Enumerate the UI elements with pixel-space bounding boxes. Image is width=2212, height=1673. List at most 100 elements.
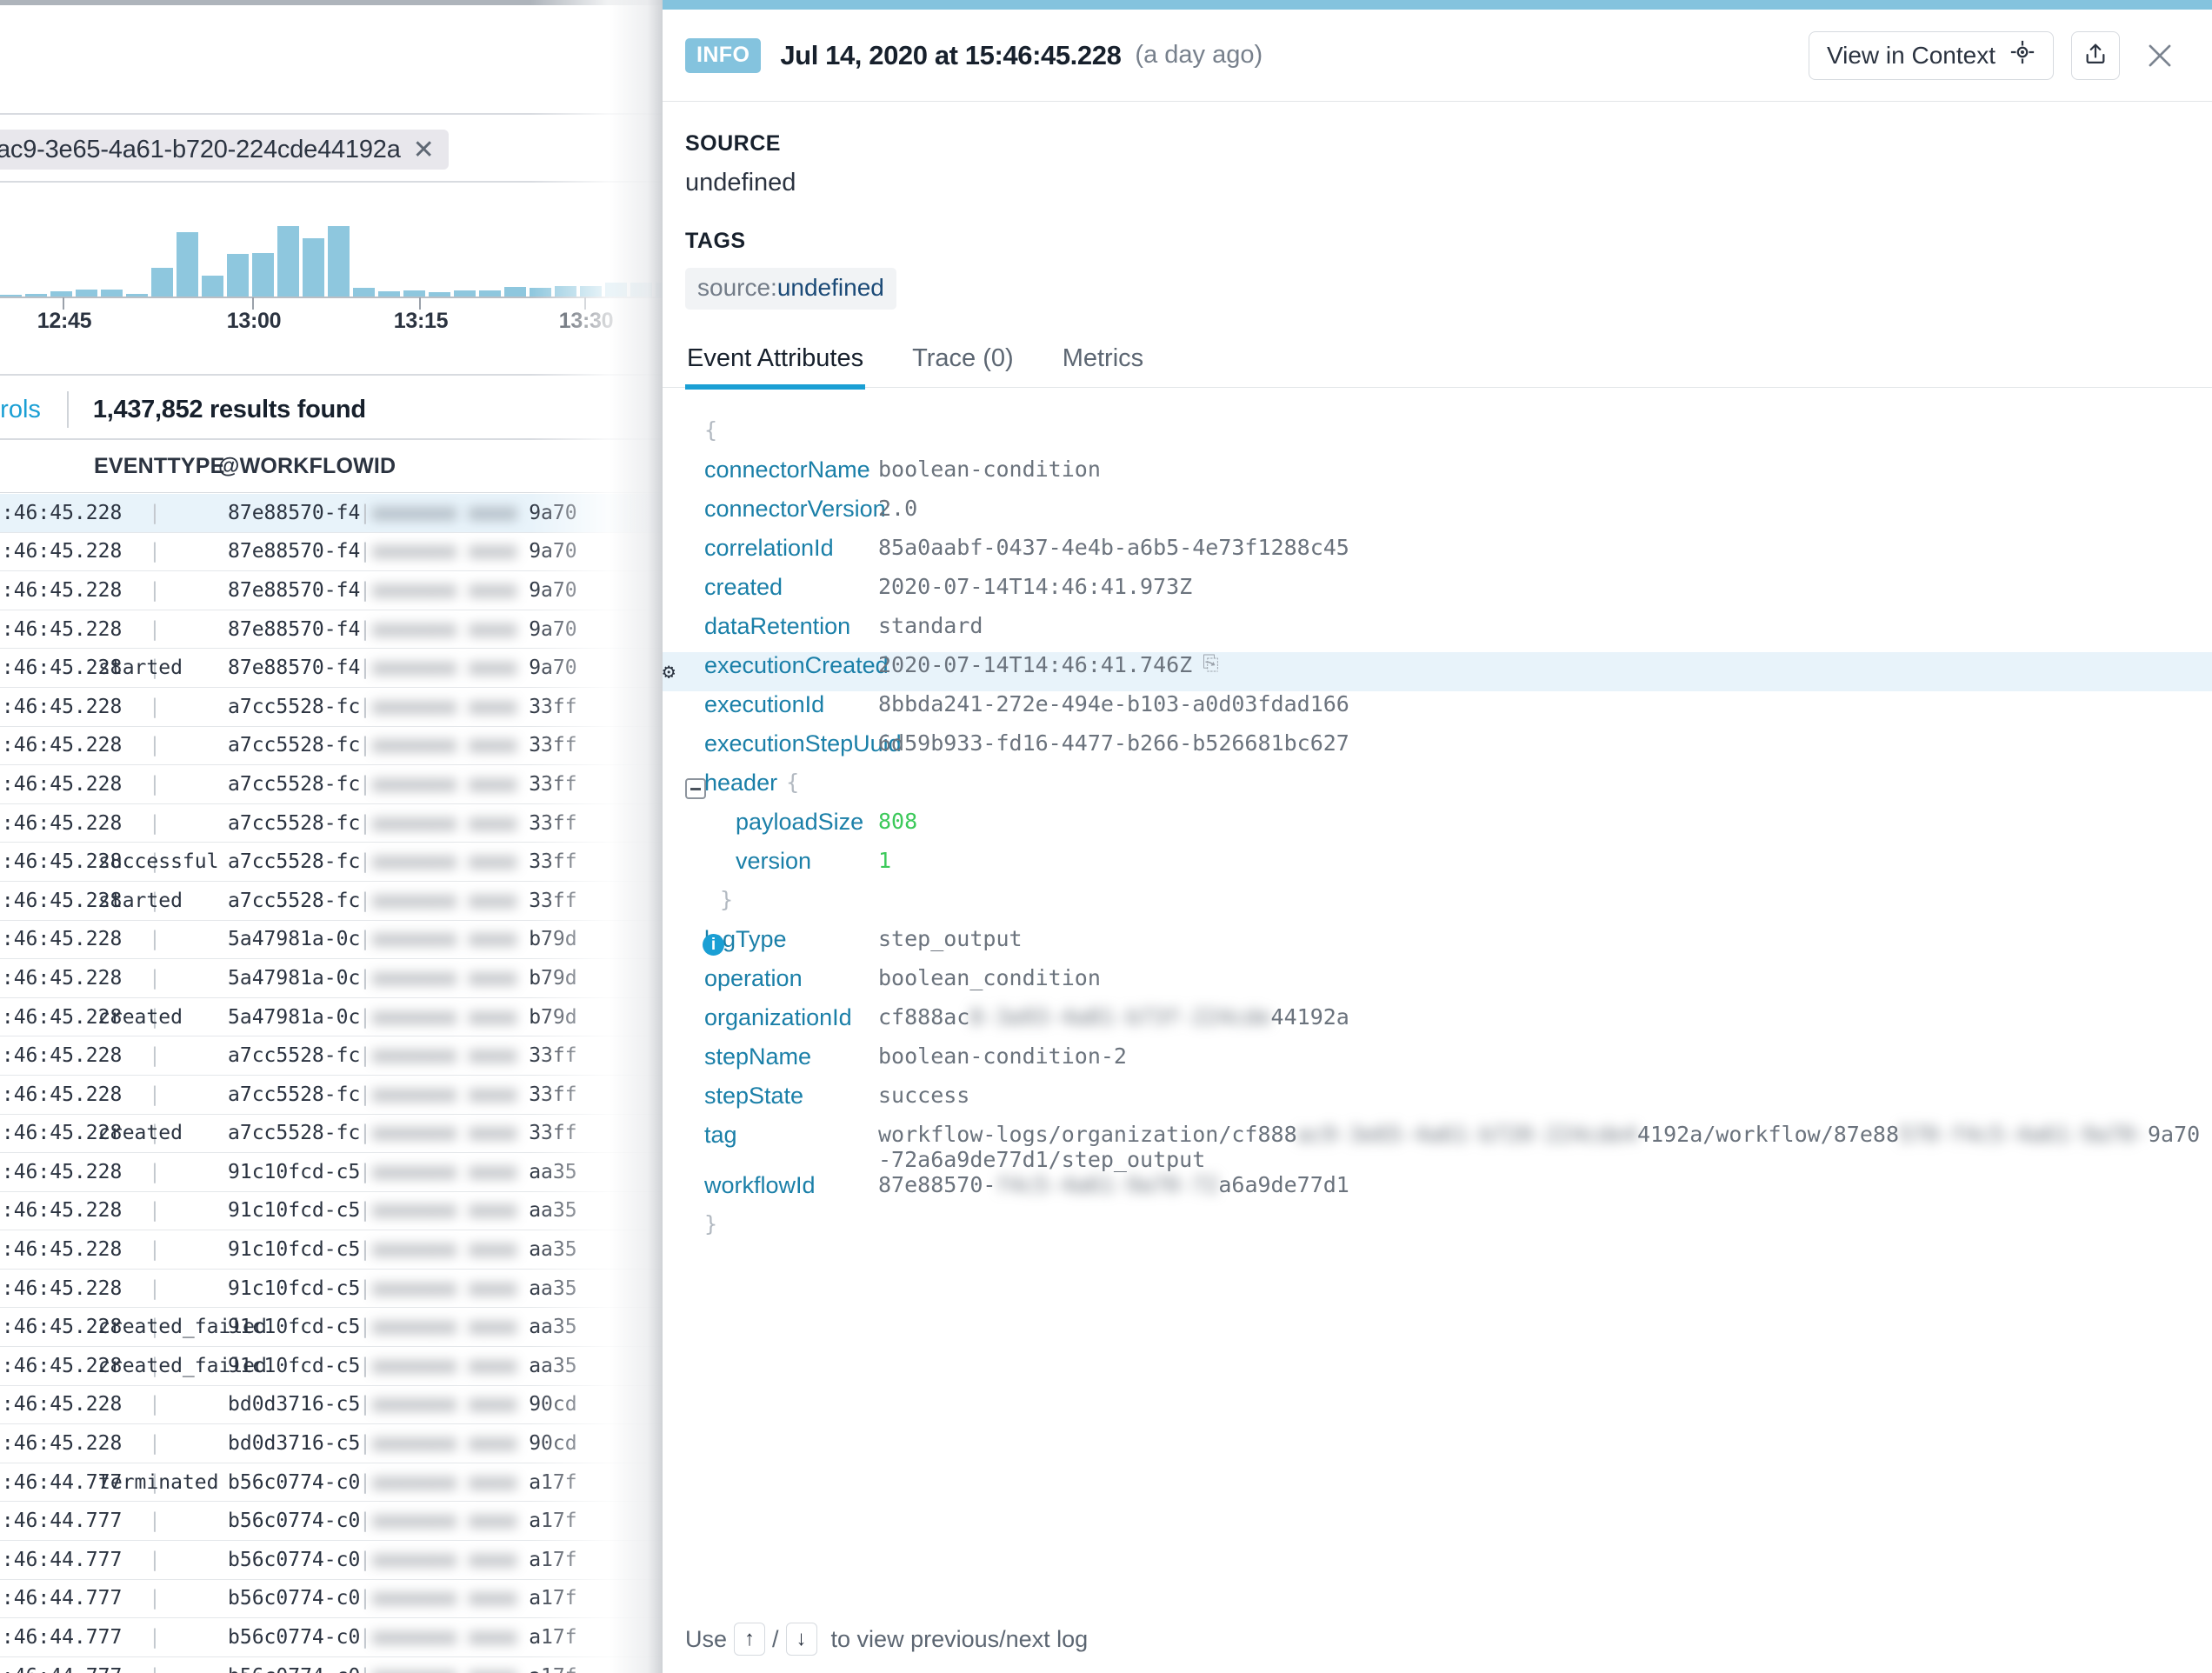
attribute-key[interactable]: executionId — [704, 691, 878, 718]
attribute-key[interactable]: stepState — [704, 1083, 878, 1110]
log-histogram[interactable]: 12:4513:0013:1513:30 — [0, 216, 670, 329]
tab-event-attributes[interactable]: Event Attributes — [685, 344, 865, 387]
attribute-row[interactable]: created2020-07-14T14:46:41.973Z — [685, 574, 2212, 613]
attribute-row[interactable]: workflowId87e88570-f4c5-4a61-9a70-72a6a9… — [685, 1172, 2212, 1211]
table-row[interactable]: 5:46:45.228||5a47981a-0c xxxxxxx xxxx b7… — [0, 959, 670, 998]
table-row[interactable]: 5:46:45.228||a7cc5528-fc xxxxxxx xxxx 33… — [0, 1036, 670, 1076]
tab-trace-0[interactable]: Trace (0) — [910, 344, 1016, 387]
share-button[interactable] — [2071, 31, 2120, 80]
attribute-row[interactable]: ilogTypestep_output — [685, 926, 2212, 965]
attribute-key[interactable]: connectorName — [704, 457, 878, 483]
attribute-key[interactable]: payloadSize — [736, 809, 878, 836]
search-filter-chip[interactable]: ac9-3e65-4a61-b720-224cde44192a ✕ — [0, 130, 449, 170]
table-row[interactable]: 5:46:45.228||87e88570-f4 xxxxxxx xxxx 9a… — [0, 533, 670, 572]
table-row[interactable]: 5:46:45.228|created|a7cc5528-fc xxxxxxx … — [0, 1115, 670, 1154]
attribute-key[interactable]: operation — [704, 965, 878, 992]
attribute-key[interactable]: executionStepUuid — [704, 730, 878, 757]
table-row[interactable]: 5:46:45.228|successful|a7cc5528-fc xxxxx… — [0, 843, 670, 882]
table-row[interactable]: 5:46:45.228||bd0d3716-c5 xxxxxxx xxxx 90… — [0, 1424, 670, 1463]
attribute-row[interactable]: connectorVersion2.0 — [685, 496, 2212, 535]
attribute-row[interactable]: dataRetentionstandard — [685, 613, 2212, 652]
attribute-key[interactable]: organizationId — [704, 1004, 878, 1031]
histogram-bar[interactable] — [605, 283, 627, 297]
table-row[interactable]: 5:46:45.228||91c10fcd-c5 xxxxxxx xxxx aa… — [0, 1153, 670, 1192]
histogram-bar[interactable] — [630, 283, 652, 297]
attribute-row[interactable]: stepNameboolean-condition-2 — [685, 1043, 2212, 1083]
table-row[interactable]: 5:46:45.228||5a47981a-0c xxxxxxx xxxx b7… — [0, 921, 670, 960]
attribute-row[interactable]: tagworkflow-logs/organization/cf888ac9-3… — [685, 1122, 2212, 1172]
table-row[interactable]: 5:46:45.228||91c10fcd-c5 xxxxxxx xxxx aa… — [0, 1192, 670, 1231]
search-bar[interactable]: ac9-3e65-4a61-b720-224cde44192a ✕ — [0, 118, 670, 181]
table-row[interactable]: 5:46:44.777||b56c0774-c0 xxxxxxx xxxx a1… — [0, 1618, 670, 1657]
info-icon[interactable]: i — [703, 934, 724, 956]
table-row[interactable]: 5:46:45.228||87e88570-f4 xxxxxxx xxxx 9a… — [0, 571, 670, 610]
attribute-key[interactable]: tag — [704, 1122, 878, 1149]
table-row[interactable]: 5:46:45.228|started|87e88570-f4 xxxxxxx … — [0, 649, 670, 688]
table-row[interactable]: 5:46:45.228|created|5a47981a-0c xxxxxxx … — [0, 998, 670, 1037]
column-header-workflowid[interactable]: @WORKFLOWID — [218, 454, 396, 479]
table-row[interactable]: 5:46:45.228||91c10fcd-c5 xxxxxxx xxxx aa… — [0, 1230, 670, 1270]
table-row[interactable]: 5:46:45.228|created_failed|91c10fcd-c5 x… — [0, 1308, 670, 1347]
table-row[interactable]: 5:46:45.228||87e88570-f4 xxxxxxx xxxx 9a… — [0, 610, 670, 650]
histogram-bar[interactable] — [177, 232, 198, 297]
histogram-bar[interactable] — [328, 226, 350, 297]
attribute-row[interactable]: ⚙executionCreated2020-07-14T14:46:41.746… — [663, 652, 2212, 691]
tag-chip[interactable]: source: undefined — [685, 268, 896, 310]
controls-link[interactable]: ntrols — [0, 396, 41, 424]
histogram-bar[interactable] — [227, 254, 249, 297]
attribute-row[interactable]: executionStepUuid6d59b933-fd16-4477-b266… — [685, 730, 2212, 770]
table-row[interactable]: 5:46:45.228||a7cc5528-fc xxxxxxx xxxx 33… — [0, 804, 670, 843]
attribute-row[interactable]: organizationIdcf888ac8-3a93-4a81-b73f-22… — [685, 1004, 2212, 1043]
attribute-key[interactable]: workflowId — [704, 1172, 878, 1199]
histogram-bar[interactable] — [303, 238, 324, 297]
attribute-key[interactable]: dataRetention — [704, 613, 878, 640]
attribute-group-header[interactable]: header{ — [685, 770, 2212, 809]
attribute-key[interactable]: correlationId — [704, 535, 878, 562]
view-in-context-button[interactable]: View in Context — [1809, 31, 2054, 80]
row-timestamp: 5:46:45.228 — [0, 1432, 122, 1455]
attribute-row[interactable]: connectorNameboolean-condition — [685, 457, 2212, 496]
gear-icon[interactable]: ⚙ — [663, 659, 675, 683]
table-row[interactable]: 5:46:44.777||b56c0774-c0 xxxxxxx xxxx a1… — [0, 1502, 670, 1541]
attribute-key[interactable]: stepName — [704, 1043, 878, 1070]
table-row[interactable]: 5:46:45.228||bd0d3716-c5 xxxxxxx xxxx 90… — [0, 1386, 670, 1425]
table-row[interactable]: 5:46:45.228|created_failed|91c10fcd-c5 x… — [0, 1347, 670, 1386]
column-header-eventtype[interactable]: EVENTTYPE — [94, 454, 224, 479]
attribute-row[interactable]: payloadSize808 — [685, 809, 2212, 848]
attribute-key[interactable]: header — [704, 770, 777, 797]
table-row[interactable]: 5:46:45.228||a7cc5528-fc xxxxxxx xxxx 33… — [0, 765, 670, 804]
table-row[interactable]: 5:46:45.228||87e88570-f4 xxxxxxx xxxx 9a… — [0, 494, 670, 533]
table-row[interactable]: 5:46:45.228|started|a7cc5528-fc xxxxxxx … — [0, 882, 670, 921]
attribute-row[interactable]: executionId8bbda241-272e-494e-b103-a0d03… — [685, 691, 2212, 730]
table-row[interactable]: 5:46:44.777||b56c0774-c0 xxxxxxx xxxx a1… — [0, 1580, 670, 1619]
table-row[interactable]: 5:46:45.228||91c10fcd-c5 xxxxxxx xxxx aa… — [0, 1270, 670, 1309]
attribute-row[interactable]: correlationId85a0aabf-0437-4e4b-a6b5-4e7… — [685, 535, 2212, 574]
close-icon[interactable] — [2137, 33, 2182, 78]
table-row[interactable]: 5:46:44.777||b56c0774-c0 xxxxxxx xxxx a1… — [0, 1657, 670, 1673]
close-icon[interactable]: ✕ — [413, 135, 435, 165]
tab-metrics[interactable]: Metrics — [1061, 344, 1145, 387]
attribute-key[interactable]: version — [736, 848, 878, 875]
table-row[interactable]: 5:46:45.228||a7cc5528-fc xxxxxxx xxxx 33… — [0, 727, 670, 766]
attribute-row[interactable]: operationboolean_condition — [685, 965, 2212, 1004]
table-row[interactable]: 5:46:44.777||b56c0774-c0 xxxxxxx xxxx a1… — [0, 1541, 670, 1580]
histogram-bar[interactable] — [252, 253, 274, 297]
attribute-key[interactable]: created — [704, 574, 878, 601]
table-row[interactable]: 5:46:45.228||a7cc5528-fc xxxxxxx xxxx 33… — [0, 1076, 670, 1115]
header-actions: View in Context — [1809, 31, 2182, 80]
table-row[interactable]: 5:46:44.777|terminated|b56c0774-c0 xxxxx… — [0, 1463, 670, 1503]
attribute-row[interactable]: stepStatesuccess — [685, 1083, 2212, 1122]
table-row[interactable]: 5:46:45.228||a7cc5528-fc xxxxxxx xxxx 33… — [0, 688, 670, 727]
histogram-bar[interactable] — [202, 276, 223, 297]
key-up[interactable]: ↑ — [734, 1623, 765, 1656]
row-workflowid: 87e88570-f4 xxxxxxx xxxx 9a70 — [228, 618, 577, 641]
histogram-bar[interactable] — [151, 268, 173, 297]
copy-icon[interactable]: ⎘ — [1203, 652, 1218, 675]
attribute-key[interactable]: logType — [704, 926, 878, 953]
histogram-bar[interactable] — [277, 226, 299, 297]
attribute-key[interactable]: executionCreated — [704, 652, 878, 679]
key-down[interactable]: ↓ — [786, 1623, 817, 1656]
minus-box-icon[interactable] — [685, 778, 706, 799]
attribute-row[interactable]: version1 — [685, 848, 2212, 887]
attribute-key[interactable]: connectorVersion — [704, 496, 878, 523]
